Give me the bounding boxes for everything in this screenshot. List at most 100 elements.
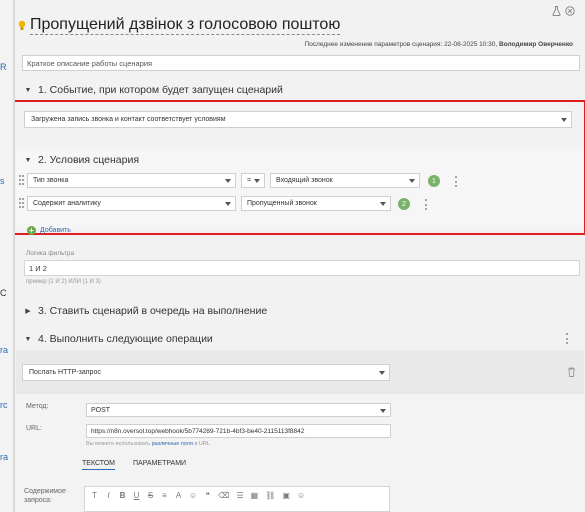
title-row: Пропущений дзвінок з голосовою поштою [18,16,341,35]
plus-icon: + [27,226,36,235]
last-modified-user: Володимир Оверченко [499,41,573,48]
url-label: URL: [26,425,42,432]
condition-value-text: Пропущенный звонок [247,200,317,207]
event-select[interactable]: Загружена запись звонка и контакт соотве… [24,111,572,128]
emoji-icon[interactable]: ☺ [189,491,197,500]
more-options-icon[interactable] [455,176,458,187]
italic-icon[interactable]: I [105,491,112,500]
table-icon[interactable]: ▦ [251,491,259,500]
condition-number-badge: 1 [428,175,440,187]
condition-value-text: Входящий звонок [276,177,333,184]
filter-logic-hint: пример (1 И 2) ИЛИ (1 И 3) [26,279,101,285]
background-sidebar [0,0,14,512]
url-hint-text: Вы можете использовать [86,441,151,447]
body-editor[interactable]: T I B U S ≡ A ☺ ❝ ⌫ ☰ ▦ ⛓ ▣ ☺ [84,486,390,512]
url-hint: Вы можете использовать различные поля в … [86,441,210,447]
image-icon[interactable]: ▣ [282,491,290,500]
panel-header-icons [551,6,575,16]
http-request-form: Метод: POST URL: https://n8n.oversol.top… [16,394,584,512]
section-2-header[interactable]: ▼ 2. Условия сценария [24,154,140,166]
tab-text[interactable]: ТЕКСТОМ [82,460,116,470]
drag-handle-icon[interactable] [19,175,25,185]
method-value: POST [91,407,111,414]
scenario-panel: Пропущений дзвінок з голосовою поштою По… [14,0,585,512]
method-label: Метод: [26,403,49,410]
editor-toolbar: T I B U S ≡ A ☺ ❝ ⌫ ☰ ▦ ⛓ ▣ ☺ [91,491,305,500]
condition-field-value: Тип звонка [33,177,69,184]
link-icon[interactable]: ⛓ [265,491,275,500]
page-title[interactable]: Пропущений дзвінок з голосовою поштою [30,16,341,35]
condition-operator-value: = [247,177,252,184]
last-modified-text: Последнее изменение параметров сценария:… [304,41,498,48]
dropdown-arrow-icon [254,179,260,183]
filter-logic-input[interactable]: 1 И 2 [24,260,580,276]
section-4-label: 4. Выполнить следующие операции [38,333,213,345]
background-fragment: ra [0,452,9,462]
more-options-icon[interactable] [566,333,569,344]
close-icon[interactable] [565,6,575,16]
url-input[interactable]: https://n8n.oversol.top/webhook/5b774289… [86,424,391,438]
background-fragment: C [0,288,7,298]
body-label-line1: Содержимое [24,488,66,495]
background-fragment: R [0,62,7,72]
align-icon[interactable]: ≡ [161,491,168,500]
section-4-header[interactable]: ▼ 4. Выполнить следующие операции [24,333,213,345]
trash-icon[interactable] [567,367,576,377]
list-icon[interactable]: ☰ [236,491,243,500]
dropdown-arrow-icon [380,202,386,206]
dropdown-arrow-icon [225,179,231,183]
url-fields-link[interactable]: различные поля [152,441,193,447]
event-select-value: Загружена запись звонка и контакт соотве… [31,116,226,123]
text-style-icon[interactable]: T [91,491,98,500]
dropdown-arrow-icon [561,118,567,122]
chevron-right-icon: ▶ [25,308,31,315]
background-fragment: rc [0,400,8,410]
font-color-icon[interactable]: A [175,491,182,500]
flask-icon[interactable] [551,6,561,16]
drag-handle-icon[interactable] [19,198,25,208]
dropdown-arrow-icon [379,371,385,375]
section-3-header[interactable]: ▶ 3. Ставить сценарий в очередь на выпол… [24,305,267,317]
url-hint-suffix: в URL [194,441,210,447]
operation-type-select[interactable]: Послать HTTP-запрос [22,364,390,381]
operation-block: Послать HTTP-запрос Метод: POST URL: htt… [16,350,584,512]
section-1-label: 1. Событие, при котором будет запущен сц… [38,84,283,96]
dropdown-arrow-icon [225,202,231,206]
quote-icon[interactable]: ❝ [204,491,211,500]
background-fragment: s [0,176,5,186]
chevron-down-icon: ▼ [24,156,32,164]
condition-value-select[interactable]: Пропущенный звонок [241,196,391,211]
body-label-line2: запроса: [24,497,53,504]
background-fragment: ra [0,345,9,355]
filter-logic-label: Логика фильтра [26,250,75,257]
add-condition-link[interactable]: + Добавить [27,226,71,235]
more-options-icon[interactable] [425,199,428,210]
body-label: Содержимое запроса: [24,487,66,505]
section-3-label: 3. Ставить сценарий в очередь на выполне… [38,305,268,317]
lightbulb-icon [18,20,26,30]
condition-field-select[interactable]: Содержит аналитику [27,196,236,211]
condition-value-select[interactable]: Входящий звонок [270,173,420,188]
strikethrough-icon[interactable]: S [147,491,154,500]
condition-operator-select[interactable]: = [241,173,265,188]
eraser-icon[interactable]: ⌫ [218,491,229,500]
underline-icon[interactable]: U [133,491,140,500]
section-2-label: 2. Условия сценария [38,154,140,166]
add-condition-label: Добавить [40,227,71,234]
dropdown-arrow-icon [409,179,415,183]
condition-number-badge: 2 [398,198,410,210]
chevron-down-icon: ▼ [24,335,32,343]
body-format-tabs: ТЕКСТОМ ПАРАМЕТРАМИ [82,460,186,470]
chevron-down-icon: ▼ [24,86,32,94]
section-1-header[interactable]: ▼ 1. Событие, при котором будет запущен … [24,84,283,96]
condition-field-value: Содержит аналитику [33,200,101,207]
bold-icon[interactable]: B [119,491,126,500]
method-select[interactable]: POST [86,403,391,417]
condition-field-select[interactable]: Тип звонка [27,173,236,188]
last-modified-info: Последнее изменение параметров сценария:… [305,41,573,48]
smile-icon[interactable]: ☺ [297,491,305,500]
tab-parameters[interactable]: ПАРАМЕТРАМИ [133,460,186,470]
operation-type-value: Послать HTTP-запрос [29,369,101,376]
description-input[interactable]: Краткое описание работы сценария [22,55,580,71]
dropdown-arrow-icon [380,409,386,413]
